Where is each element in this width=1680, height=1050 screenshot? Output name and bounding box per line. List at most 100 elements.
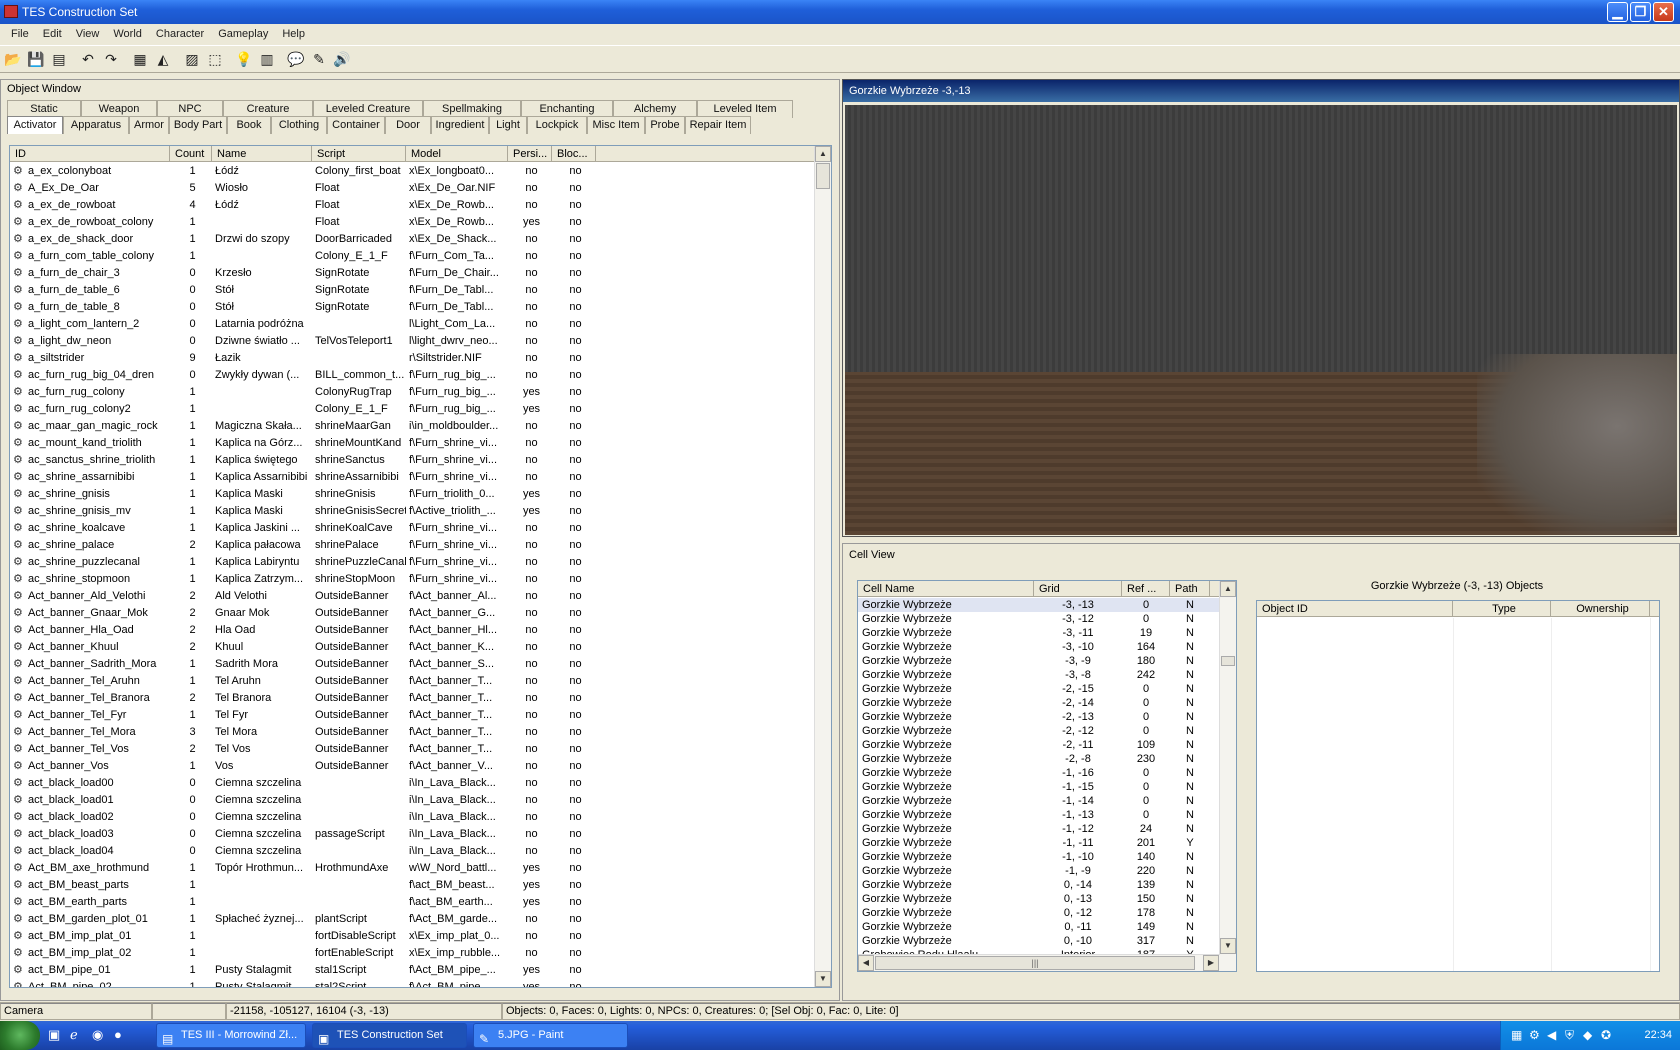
objects-column-header-1[interactable]: Type [1453,601,1551,616]
tab-misc-item[interactable]: Misc Item [587,116,645,134]
cell-row[interactable]: Gorzkie Wybrzeże -1, -11 201 Y [858,836,1220,850]
cell-row[interactable]: Gorzkie Wybrzeże -3, -11 19 N [858,626,1220,640]
task-construction-set[interactable]: ▣ TES Construction Set [312,1023,467,1048]
table-row[interactable]: ⚙ a_furn_com_table_colony 1 Colony_E_1_F f\F… [10,248,815,265]
table-row[interactable]: ⚙ ac_furn_rug_big_04_dren 0 Zwykły dywan (.… [10,367,815,384]
column-header-0[interactable]: ID [10,146,170,161]
cell-column-header-3[interactable]: Path [1170,581,1210,596]
scroll-down-arrow[interactable]: ▼ [815,971,831,987]
scroll-down-arrow[interactable]: ▼ [1220,938,1236,954]
table-row[interactable]: ⚙ Act_banner_Gnaar_Mok 2 Gnaar Mok OutsideBa… [10,605,815,622]
cell-row[interactable]: Gorzkie Wybrzeże 0, -13 150 N [858,892,1220,906]
open-icon[interactable]: 📂 [2,48,24,70]
tab-ingredient[interactable]: Ingredient [431,116,489,134]
undo-icon[interactable]: ↶ [77,48,99,70]
render-window[interactable]: Gorzkie Wybrzeże -3,-13 [842,79,1680,537]
table-row[interactable]: ⚙ a_light_com_lantern_2 0 Latarnia podróżna… [10,316,815,333]
table-row[interactable]: ⚙ Act_banner_Ald_Velothi 2 Ald Velothi Outsi… [10,588,815,605]
table-row[interactable]: ⚙ ac_shrine_stopmoon 1 Kaplica Zatrzym... sh… [10,571,815,588]
cell-row[interactable]: Gorzkie Wybrzeże -1, -13 0 N [858,808,1220,822]
menu-edit[interactable]: Edit [36,28,69,40]
table-row[interactable]: ⚙ act_black_load00 0 Ciemna szczelina i\In_L… [10,775,815,792]
column-header-4[interactable]: Model [406,146,508,161]
table-row[interactable]: ⚙ a_furn_de_table_8 0 Stół SignRotate f\Furn_… [10,299,815,316]
table-row[interactable]: ⚙ a_furn_de_table_6 0 Stół SignRotate f\Furn_… [10,282,815,299]
table-row[interactable]: ⚙ a_ex_de_rowboat_colony 1 Float x\Ex_De_Row… [10,214,815,231]
media-player-icon[interactable]: ◉ [92,1027,103,1043]
table-row[interactable]: ⚙ ac_shrine_assarnibibi 1 Kaplica Assarnibi… [10,469,815,486]
scroll-up-arrow[interactable]: ▲ [815,146,831,162]
table-row[interactable]: ⚙ act_black_load02 0 Ciemna szczelina i\In_L… [10,809,815,826]
table-row[interactable]: ⚙ act_BM_earth_parts 1 f\act_BM_earth... yes… [10,894,815,911]
cell-row[interactable]: Gorzkie Wybrzeże -1, -14 0 N [858,794,1220,808]
table-row[interactable]: ⚙ act_BM_imp_plat_02 1 fortEnableScript x\Ex… [10,945,815,962]
tray-antivirus-icon[interactable]: ✪ [1601,1028,1611,1042]
cell-column-header-1[interactable]: Grid [1034,581,1122,596]
table-row[interactable]: ⚙ A_Ex_De_Oar 5 Wiosło Float x\Ex_De_Oar.NIF n… [10,180,815,197]
fog-icon[interactable]: ▥ [256,48,278,70]
table-row[interactable]: ⚙ ac_shrine_palace 2 Kaplica pałacowa shrine… [10,537,815,554]
hscroll-thumb[interactable]: ||| [875,956,1195,970]
table-row[interactable]: ⚙ ac_shrine_gnisis 1 Kaplica Maski shrineGni… [10,486,815,503]
cell-list[interactable]: Cell Name Grid Ref ... Path Gorzkie Wybrzeż… [857,580,1237,972]
objects-column-header-0[interactable]: Object ID [1257,601,1453,616]
column-header-2[interactable]: Name [212,146,312,161]
cell-list-vscroll[interactable]: ▲ ▼ [1219,581,1236,971]
tab-door[interactable]: Door [385,116,431,134]
cell-row[interactable]: Gorzkie Wybrzeże -1, -9 220 N [858,864,1220,878]
show-desktop-icon[interactable]: ▣ [48,1027,60,1043]
grid-icon[interactable]: ▦ [129,48,151,70]
menu-gameplay[interactable]: Gameplay [211,28,275,40]
table-row[interactable]: ⚙ a_ex_de_rowboat 4 Łódź Float x\Ex_De_Rowb..… [10,197,815,214]
cell-row[interactable]: Gorzkie Wybrzeże -3, -12 0 N [858,612,1220,626]
tab-light[interactable]: Light [489,116,527,134]
table-row[interactable]: ⚙ Act_BM_axe_hrothmund 1 Topór Hrothmun... H… [10,860,815,877]
menu-view[interactable]: View [69,28,107,40]
lightbulb-icon[interactable]: 💡 [233,48,255,70]
task-morrowind[interactable]: ▤ TES III - Morrowind Zł... [156,1023,306,1048]
cell-list-hscroll[interactable]: ◀ ||| ▶ [858,954,1220,971]
scroll-up-arrow[interactable]: ▲ [1220,581,1236,597]
scroll-thumb[interactable] [816,163,830,189]
cell-row[interactable]: Gorzkie Wybrzeże -1, -16 0 N [858,766,1220,780]
cell-row[interactable]: Gorzkie Wybrzeże -2, -8 230 N [858,752,1220,766]
scroll-left-arrow[interactable]: ◀ [858,955,874,971]
table-row[interactable]: ⚙ act_black_load01 0 Ciemna szczelina i\In_L… [10,792,815,809]
table-row[interactable]: ⚙ a_ex_de_shack_door 1 Drzwi do szopy DoorBa… [10,231,815,248]
cell-row[interactable]: Gorzkie Wybrzeże -1, -12 24 N [858,822,1220,836]
menu-file[interactable]: File [4,28,36,40]
close-button[interactable]: ✕ [1653,2,1674,22]
cell-row[interactable]: Gorzkie Wybrzeże -3, -9 180 N [858,654,1220,668]
landscape-icon[interactable]: ▨ [181,48,203,70]
table-row[interactable]: ⚙ ac_furn_rug_colony 1 ColonyRugTrap f\Furn_… [10,384,815,401]
render-viewport[interactable] [845,105,1677,535]
ie-icon[interactable]: ℯ [70,1027,78,1043]
tab-clothing[interactable]: Clothing [271,116,327,134]
table-row[interactable]: ⚙ ac_mount_kand_triolith 1 Kaplica na Górz.… [10,435,815,452]
cell-row[interactable]: Gorzkie Wybrzeże -2, -13 0 N [858,710,1220,724]
task-paint[interactable]: ✎ 5.JPG - Paint [473,1023,628,1048]
column-header-3[interactable]: Script [312,146,406,161]
firefox-icon[interactable]: ● [114,1027,122,1042]
tab-armor[interactable]: Armor [129,116,169,134]
table-row[interactable]: ⚙ ac_shrine_gnisis_mv 1 Kaplica Maski shrine… [10,503,815,520]
menu-help[interactable]: Help [275,28,312,40]
object-list-scrollbar[interactable]: ▲ ▼ [814,146,831,987]
table-row[interactable]: ⚙ act_BM_pipe_01 1 Pusty Stalagmit stal1Scri… [10,962,815,979]
tab-apparatus[interactable]: Apparatus [63,116,129,134]
scroll-thumb[interactable] [1221,656,1235,666]
minimize-button[interactable]: ▁ [1607,2,1628,22]
dialogue-icon[interactable]: 💬 [285,48,307,70]
table-row[interactable]: ⚙ a_light_dw_neon 0 Dziwne światło ... TelVo… [10,333,815,350]
tab-activator[interactable]: Activator [7,116,63,134]
tray-settings-icon[interactable]: ⚙ [1529,1028,1540,1042]
cell-row[interactable]: Gorzkie Wybrzeże -2, -14 0 N [858,696,1220,710]
cell-row[interactable]: Gorzkie Wybrzeże -2, -12 0 N [858,724,1220,738]
tray-volume-icon[interactable]: ◀ [1547,1028,1556,1042]
table-row[interactable]: ⚙ Act_banner_Sadrith_Mora 1 Sadrith Mora Out… [10,656,815,673]
snap-icon[interactable]: ⬚ [204,48,226,70]
table-row[interactable]: ⚙ Act_banner_Tel_Aruhn 1 Tel Aruhn OutsideBa… [10,673,815,690]
cell-row[interactable]: Gorzkie Wybrzeże -3, -8 242 N [858,668,1220,682]
tab-container[interactable]: Container [327,116,385,134]
cell-column-header-2[interactable]: Ref ... [1122,581,1170,596]
